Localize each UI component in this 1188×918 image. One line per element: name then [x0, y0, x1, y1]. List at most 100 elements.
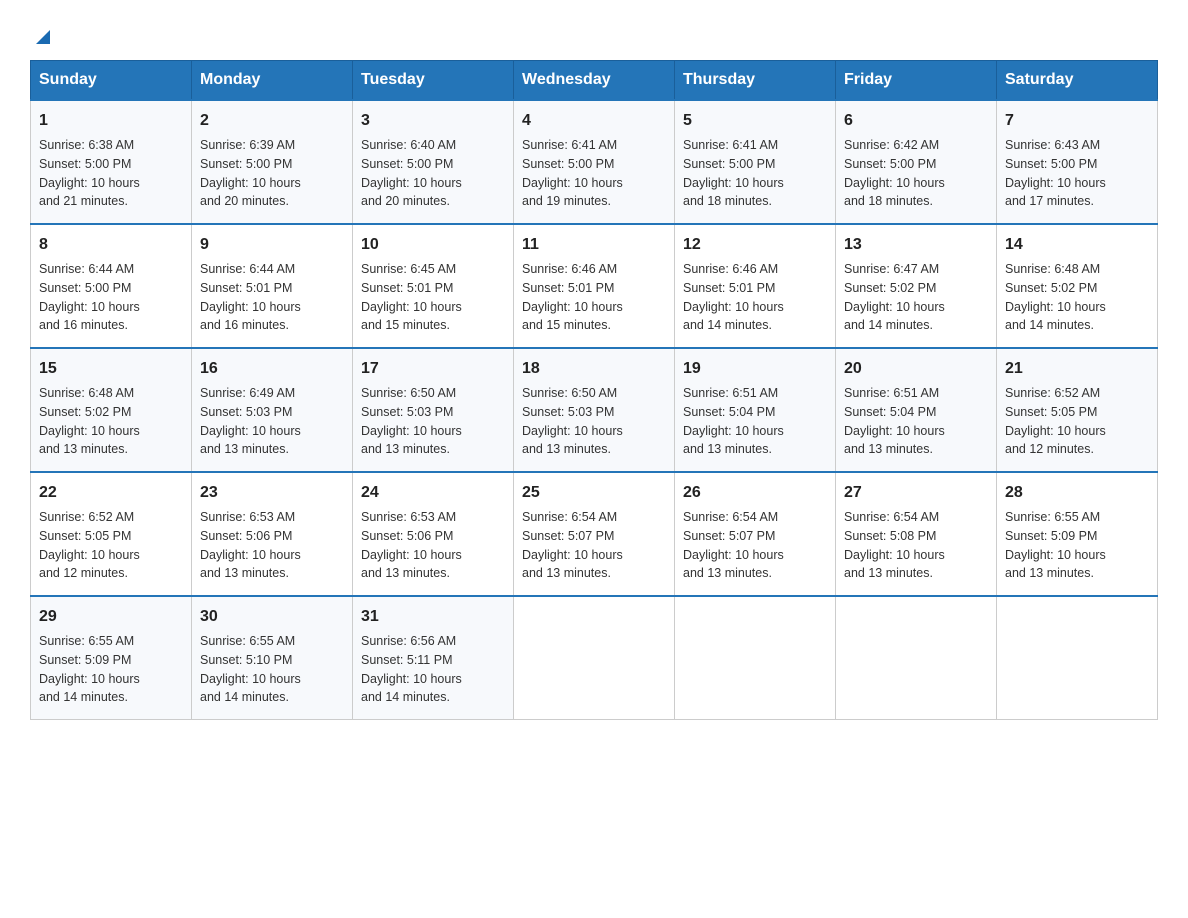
day-info: Sunrise: 6:46 AMSunset: 5:01 PMDaylight:… [522, 260, 666, 335]
calendar-cell: 1 Sunrise: 6:38 AMSunset: 5:00 PMDaylight… [31, 100, 192, 224]
calendar-cell: 2 Sunrise: 6:39 AMSunset: 5:00 PMDaylight… [192, 100, 353, 224]
weekday-header-saturday: Saturday [997, 61, 1158, 101]
day-info: Sunrise: 6:43 AMSunset: 5:00 PMDaylight:… [1005, 136, 1149, 211]
calendar-cell: 8 Sunrise: 6:44 AMSunset: 5:00 PMDaylight… [31, 224, 192, 348]
day-number: 18 [522, 357, 666, 381]
day-number: 7 [1005, 109, 1149, 133]
day-info: Sunrise: 6:44 AMSunset: 5:01 PMDaylight:… [200, 260, 344, 335]
day-info: Sunrise: 6:42 AMSunset: 5:00 PMDaylight:… [844, 136, 988, 211]
day-info: Sunrise: 6:51 AMSunset: 5:04 PMDaylight:… [683, 384, 827, 459]
day-number: 12 [683, 233, 827, 257]
day-info: Sunrise: 6:49 AMSunset: 5:03 PMDaylight:… [200, 384, 344, 459]
weekday-header-monday: Monday [192, 61, 353, 101]
calendar-header-row: SundayMondayTuesdayWednesdayThursdayFrid… [31, 61, 1158, 101]
day-number: 10 [361, 233, 505, 257]
day-number: 8 [39, 233, 183, 257]
weekday-header-wednesday: Wednesday [514, 61, 675, 101]
day-number: 13 [844, 233, 988, 257]
day-number: 21 [1005, 357, 1149, 381]
calendar-cell: 31 Sunrise: 6:56 AMSunset: 5:11 PMDayligh… [353, 596, 514, 720]
day-info: Sunrise: 6:53 AMSunset: 5:06 PMDaylight:… [200, 508, 344, 583]
day-info: Sunrise: 6:41 AMSunset: 5:00 PMDaylight:… [683, 136, 827, 211]
calendar-cell [675, 596, 836, 720]
day-info: Sunrise: 6:54 AMSunset: 5:08 PMDaylight:… [844, 508, 988, 583]
day-number: 9 [200, 233, 344, 257]
calendar-week-row: 22Sunrise: 6:52 AMSunset: 5:05 PMDayligh… [31, 472, 1158, 596]
day-number: 28 [1005, 481, 1149, 505]
day-number: 29 [39, 605, 183, 629]
day-info: Sunrise: 6:40 AMSunset: 5:00 PMDaylight:… [361, 136, 505, 211]
day-number: 1 [39, 109, 183, 133]
day-number: 26 [683, 481, 827, 505]
calendar-cell: 14 Sunrise: 6:48 AMSunset: 5:02 PMDayligh… [997, 224, 1158, 348]
calendar-cell: 24 Sunrise: 6:53 AMSunset: 5:06 PMDayligh… [353, 472, 514, 596]
day-info: Sunrise: 6:56 AMSunset: 5:11 PMDaylight:… [361, 632, 505, 707]
calendar-cell: 25 Sunrise: 6:54 AMSunset: 5:07 PMDayligh… [514, 472, 675, 596]
day-number: 23 [200, 481, 344, 505]
day-number: 15 [39, 357, 183, 381]
calendar-cell: 16 Sunrise: 6:49 AMSunset: 5:03 PMDayligh… [192, 348, 353, 472]
calendar-cell [836, 596, 997, 720]
day-number: 20 [844, 357, 988, 381]
calendar-cell: 23 Sunrise: 6:53 AMSunset: 5:06 PMDayligh… [192, 472, 353, 596]
day-number: 17 [361, 357, 505, 381]
calendar-week-row: 1 Sunrise: 6:38 AMSunset: 5:00 PMDaylight… [31, 100, 1158, 224]
day-number: 3 [361, 109, 505, 133]
calendar-cell: 10 Sunrise: 6:45 AMSunset: 5:01 PMDayligh… [353, 224, 514, 348]
calendar-cell: 29Sunrise: 6:55 AMSunset: 5:09 PMDayligh… [31, 596, 192, 720]
day-number: 14 [1005, 233, 1149, 257]
calendar-week-row: 29Sunrise: 6:55 AMSunset: 5:09 PMDayligh… [31, 596, 1158, 720]
calendar-cell: 30Sunrise: 6:55 AMSunset: 5:10 PMDayligh… [192, 596, 353, 720]
calendar-cell: 7 Sunrise: 6:43 AMSunset: 5:00 PMDaylight… [997, 100, 1158, 224]
day-info: Sunrise: 6:52 AMSunset: 5:05 PMDaylight:… [39, 508, 183, 583]
day-number: 27 [844, 481, 988, 505]
day-number: 4 [522, 109, 666, 133]
day-info: Sunrise: 6:54 AMSunset: 5:07 PMDaylight:… [683, 508, 827, 583]
day-info: Sunrise: 6:45 AMSunset: 5:01 PMDaylight:… [361, 260, 505, 335]
day-info: Sunrise: 6:51 AMSunset: 5:04 PMDaylight:… [844, 384, 988, 459]
day-number: 2 [200, 109, 344, 133]
calendar-cell: 28 Sunrise: 6:55 AMSunset: 5:09 PMDayligh… [997, 472, 1158, 596]
day-info: Sunrise: 6:44 AMSunset: 5:00 PMDaylight:… [39, 260, 183, 335]
weekday-header-thursday: Thursday [675, 61, 836, 101]
day-info: Sunrise: 6:48 AMSunset: 5:02 PMDaylight:… [1005, 260, 1149, 335]
day-info: Sunrise: 6:50 AMSunset: 5:03 PMDaylight:… [522, 384, 666, 459]
calendar-cell: 3 Sunrise: 6:40 AMSunset: 5:00 PMDaylight… [353, 100, 514, 224]
calendar-cell: 26 Sunrise: 6:54 AMSunset: 5:07 PMDayligh… [675, 472, 836, 596]
day-info: Sunrise: 6:53 AMSunset: 5:06 PMDaylight:… [361, 508, 505, 583]
calendar-cell: 18 Sunrise: 6:50 AMSunset: 5:03 PMDayligh… [514, 348, 675, 472]
calendar-cell: 27 Sunrise: 6:54 AMSunset: 5:08 PMDayligh… [836, 472, 997, 596]
day-info: Sunrise: 6:47 AMSunset: 5:02 PMDaylight:… [844, 260, 988, 335]
calendar-cell: 4 Sunrise: 6:41 AMSunset: 5:00 PMDaylight… [514, 100, 675, 224]
day-info: Sunrise: 6:54 AMSunset: 5:07 PMDaylight:… [522, 508, 666, 583]
day-number: 5 [683, 109, 827, 133]
day-info: Sunrise: 6:41 AMSunset: 5:00 PMDaylight:… [522, 136, 666, 211]
day-number: 31 [361, 605, 505, 629]
calendar-week-row: 8 Sunrise: 6:44 AMSunset: 5:00 PMDaylight… [31, 224, 1158, 348]
logo-triangle-icon [32, 26, 54, 48]
day-info: Sunrise: 6:55 AMSunset: 5:09 PMDaylight:… [1005, 508, 1149, 583]
day-number: 24 [361, 481, 505, 505]
calendar-table: SundayMondayTuesdayWednesdayThursdayFrid… [30, 60, 1158, 720]
weekday-header-sunday: Sunday [31, 61, 192, 101]
day-number: 16 [200, 357, 344, 381]
day-number: 25 [522, 481, 666, 505]
day-info: Sunrise: 6:52 AMSunset: 5:05 PMDaylight:… [1005, 384, 1149, 459]
calendar-cell: 19Sunrise: 6:51 AMSunset: 5:04 PMDayligh… [675, 348, 836, 472]
calendar-cell: 21 Sunrise: 6:52 AMSunset: 5:05 PMDayligh… [997, 348, 1158, 472]
day-info: Sunrise: 6:50 AMSunset: 5:03 PMDaylight:… [361, 384, 505, 459]
day-info: Sunrise: 6:48 AMSunset: 5:02 PMDaylight:… [39, 384, 183, 459]
calendar-cell: 22Sunrise: 6:52 AMSunset: 5:05 PMDayligh… [31, 472, 192, 596]
day-number: 6 [844, 109, 988, 133]
calendar-cell: 6 Sunrise: 6:42 AMSunset: 5:00 PMDaylight… [836, 100, 997, 224]
day-info: Sunrise: 6:55 AMSunset: 5:10 PMDaylight:… [200, 632, 344, 707]
day-info: Sunrise: 6:39 AMSunset: 5:00 PMDaylight:… [200, 136, 344, 211]
day-info: Sunrise: 6:38 AMSunset: 5:00 PMDaylight:… [39, 136, 183, 211]
weekday-header-tuesday: Tuesday [353, 61, 514, 101]
calendar-cell [514, 596, 675, 720]
calendar-cell: 12 Sunrise: 6:46 AMSunset: 5:01 PMDayligh… [675, 224, 836, 348]
calendar-cell: 5 Sunrise: 6:41 AMSunset: 5:00 PMDaylight… [675, 100, 836, 224]
day-info: Sunrise: 6:46 AMSunset: 5:01 PMDaylight:… [683, 260, 827, 335]
calendar-cell: 13 Sunrise: 6:47 AMSunset: 5:02 PMDayligh… [836, 224, 997, 348]
calendar-cell: 15 Sunrise: 6:48 AMSunset: 5:02 PMDayligh… [31, 348, 192, 472]
